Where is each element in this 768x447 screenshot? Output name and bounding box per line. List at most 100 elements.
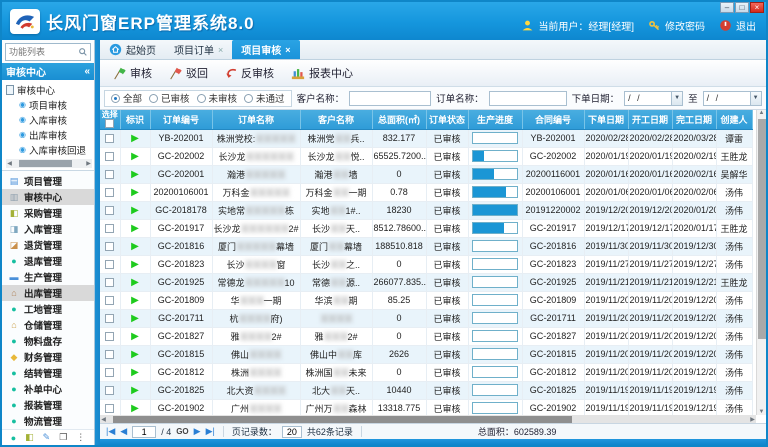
- tree-item-项目审核[interactable]: ◉项目审核: [6, 97, 94, 112]
- tree-item-入库审核[interactable]: ◉入库审核: [6, 112, 94, 127]
- sidebar-item-物料盘存[interactable]: ●物料盘存: [2, 333, 94, 349]
- table-row[interactable]: ▶GC-201711杭某某某某府)某某某某0已审核GC-2017112019/1…: [100, 309, 752, 327]
- row-checkbox[interactable]: [105, 224, 114, 233]
- table-row[interactable]: ▶GC-201925常德龙某某某某某10常德某某源..266077.835...…: [100, 273, 752, 291]
- column-header-客户名称[interactable]: 客户名称: [300, 110, 372, 129]
- minimize-button[interactable]: –: [720, 2, 734, 13]
- last-page-button[interactable]: ▶|: [206, 427, 215, 436]
- toolbar-button-报表中心[interactable]: 报表中心: [286, 62, 361, 84]
- row-checkbox[interactable]: [105, 170, 114, 179]
- collapse-icon[interactable]: «: [84, 66, 90, 77]
- row-checkbox[interactable]: [105, 206, 114, 215]
- sidebar-item-工地管理[interactable]: ●工地管理: [2, 301, 94, 317]
- page-number-input[interactable]: [132, 426, 156, 438]
- row-checkbox[interactable]: [105, 404, 114, 413]
- column-header-总面积(㎡)[interactable]: 总面积(㎡): [372, 110, 426, 129]
- radio-button[interactable]: [244, 94, 253, 103]
- pen-icon[interactable]: ✎: [43, 432, 51, 443]
- select-all-checkbox[interactable]: [105, 119, 114, 128]
- row-checkbox[interactable]: [105, 296, 114, 305]
- row-checkbox[interactable]: [105, 242, 114, 251]
- row-checkbox[interactable]: [105, 278, 114, 287]
- customer-name-input[interactable]: [349, 91, 431, 106]
- column-header-开工日期[interactable]: 开工日期: [628, 110, 672, 129]
- scroll-right-icon[interactable]: ▶: [749, 416, 756, 423]
- column-header-选择[interactable]: 选择: [100, 110, 120, 129]
- prev-page-button[interactable]: ◀: [120, 427, 127, 436]
- sidebar-item-采购管理[interactable]: ◧采购管理: [2, 205, 94, 221]
- radio-全部[interactable]: 全部: [111, 91, 142, 105]
- sidebar-item-物流管理[interactable]: ●物流管理: [2, 413, 94, 429]
- sidebar-item-项目管理[interactable]: ▤项目管理: [2, 173, 94, 189]
- tab-起始页[interactable]: 起始页: [100, 40, 165, 59]
- sidebar-item-财务管理[interactable]: ◆财务管理: [2, 349, 94, 365]
- column-header-下单日期[interactable]: 下单日期: [584, 110, 628, 129]
- vertical-scrollbar[interactable]: ▲ ▼: [756, 110, 766, 415]
- sidebar-item-入库管理[interactable]: ◨入库管理: [2, 221, 94, 237]
- horizontal-scrollbar[interactable]: ◀ ▶: [100, 415, 756, 423]
- tree-horizontal-scrollbar[interactable]: ◀ ▶: [6, 159, 92, 168]
- sidebar-item-生产管理[interactable]: ▬生产管理: [2, 269, 94, 285]
- sidebar-item-补单中心[interactable]: ●补单中心: [2, 381, 94, 397]
- row-checkbox[interactable]: [105, 350, 114, 359]
- close-tab-icon[interactable]: ×: [218, 45, 223, 55]
- page-size-input[interactable]: [282, 426, 302, 438]
- radio-button[interactable]: [111, 94, 120, 103]
- table-row[interactable]: ▶20200106001万科金某某某某某万科金某某一期0.78已审核202001…: [100, 183, 752, 201]
- scrollbar-thumb[interactable]: [758, 119, 766, 339]
- column-header-订单名称[interactable]: 订单名称: [212, 110, 300, 129]
- table-row[interactable]: ▶GC-201816厦门某某某某某幕墙厦门某某幕墙188510.818已审核GC…: [100, 237, 752, 255]
- order-name-input[interactable]: [489, 91, 567, 106]
- scroll-up-icon[interactable]: ▲: [758, 110, 765, 116]
- toolbar-button-审核[interactable]: 审核: [108, 62, 160, 84]
- sidebar-item-出库管理[interactable]: ⌂出库管理: [2, 285, 94, 301]
- scroll-right-icon[interactable]: ▶: [85, 160, 92, 167]
- sidebar-item-审核中心[interactable]: ▥审核中心: [2, 189, 94, 205]
- sidebar-item-结转管理[interactable]: ●结转管理: [2, 365, 94, 381]
- cart-icon[interactable]: ◧: [25, 432, 34, 443]
- sidebar-item-退货管理[interactable]: ◪退货管理: [2, 237, 94, 253]
- function-search-input[interactable]: [6, 47, 78, 57]
- row-checkbox[interactable]: [105, 260, 114, 269]
- tree-item-出库审核[interactable]: ◉出库审核: [6, 127, 94, 142]
- table-row[interactable]: ▶GC-201815佛山某某某某佛山中某某库2626已审核GC-20181520…: [100, 345, 752, 363]
- table-row[interactable]: ▶GC-2018178实地常某某某某某栋实地某某1#..18230已审核2019…: [100, 201, 752, 219]
- tree-root-audit-center[interactable]: 审核中心: [6, 82, 94, 97]
- column-header-订单编号[interactable]: 订单编号: [150, 110, 212, 129]
- first-page-button[interactable]: |◀: [106, 427, 115, 436]
- table-row[interactable]: ▶GC-202001瀚港某某某某某瀚港某某墙0已审核20200116001202…: [100, 165, 752, 183]
- table-row[interactable]: ▶GC-201809华某某某一期华滨某某期85.25已审核GC-20180920…: [100, 291, 752, 309]
- column-header-生产进度[interactable]: 生产进度: [468, 110, 522, 129]
- radio-已审核[interactable]: 已审核: [149, 91, 190, 105]
- row-checkbox[interactable]: [105, 368, 114, 377]
- sidebar-item-仓储管理[interactable]: ⌂仓储管理: [2, 317, 94, 333]
- table-row[interactable]: ▶GC-201812株洲某某某某株洲国某某未来0已审核GC-2018122019…: [100, 363, 752, 381]
- column-header-合同编号[interactable]: 合同编号: [522, 110, 584, 129]
- row-checkbox[interactable]: [105, 188, 114, 197]
- order-date-from-field[interactable]: / /▼: [624, 91, 683, 106]
- next-page-button[interactable]: ▶: [194, 427, 201, 436]
- radio-未审核[interactable]: 未审核: [197, 91, 238, 105]
- scrollbar-thumb[interactable]: [113, 416, 572, 423]
- close-button[interactable]: ×: [750, 2, 764, 13]
- table-row[interactable]: ▶GC-201823长沙某某某某窗长沙某某之..0已审核GC-201823201…: [100, 255, 752, 273]
- row-checkbox[interactable]: [105, 386, 114, 395]
- order-date-to-field[interactable]: / /▼: [703, 91, 762, 106]
- radio-button[interactable]: [197, 94, 206, 103]
- scroll-left-icon[interactable]: ◀: [6, 160, 13, 167]
- circle-icon[interactable]: ●: [11, 433, 16, 443]
- overflow-icon[interactable]: ⋮: [76, 432, 85, 443]
- maximize-button[interactable]: □: [735, 2, 749, 13]
- sidebar-item-报装管理[interactable]: ●报装管理: [2, 397, 94, 413]
- table-row[interactable]: ▶GC-201825北大资某某某某北大某某天..10440已审核GC-20182…: [100, 381, 752, 399]
- logout-button[interactable]: 退出: [719, 18, 756, 33]
- table-row[interactable]: ▶YB-202001株洲党校:某某某某某株洲党某某兵..832.177已审核YB…: [100, 129, 752, 147]
- sidebar-item-退库管理[interactable]: ●退库管理: [2, 253, 94, 269]
- row-checkbox[interactable]: [105, 152, 114, 161]
- toolbar-button-驳回[interactable]: 驳回: [164, 62, 216, 84]
- close-tab-icon[interactable]: ×: [285, 45, 290, 55]
- chevron-down-icon[interactable]: ▼: [671, 92, 682, 105]
- tree-item-入库审核回退[interactable]: ◉入库审核回退: [6, 142, 94, 157]
- radio-button[interactable]: [149, 94, 158, 103]
- tab-项目订单[interactable]: 项目订单×: [165, 40, 232, 59]
